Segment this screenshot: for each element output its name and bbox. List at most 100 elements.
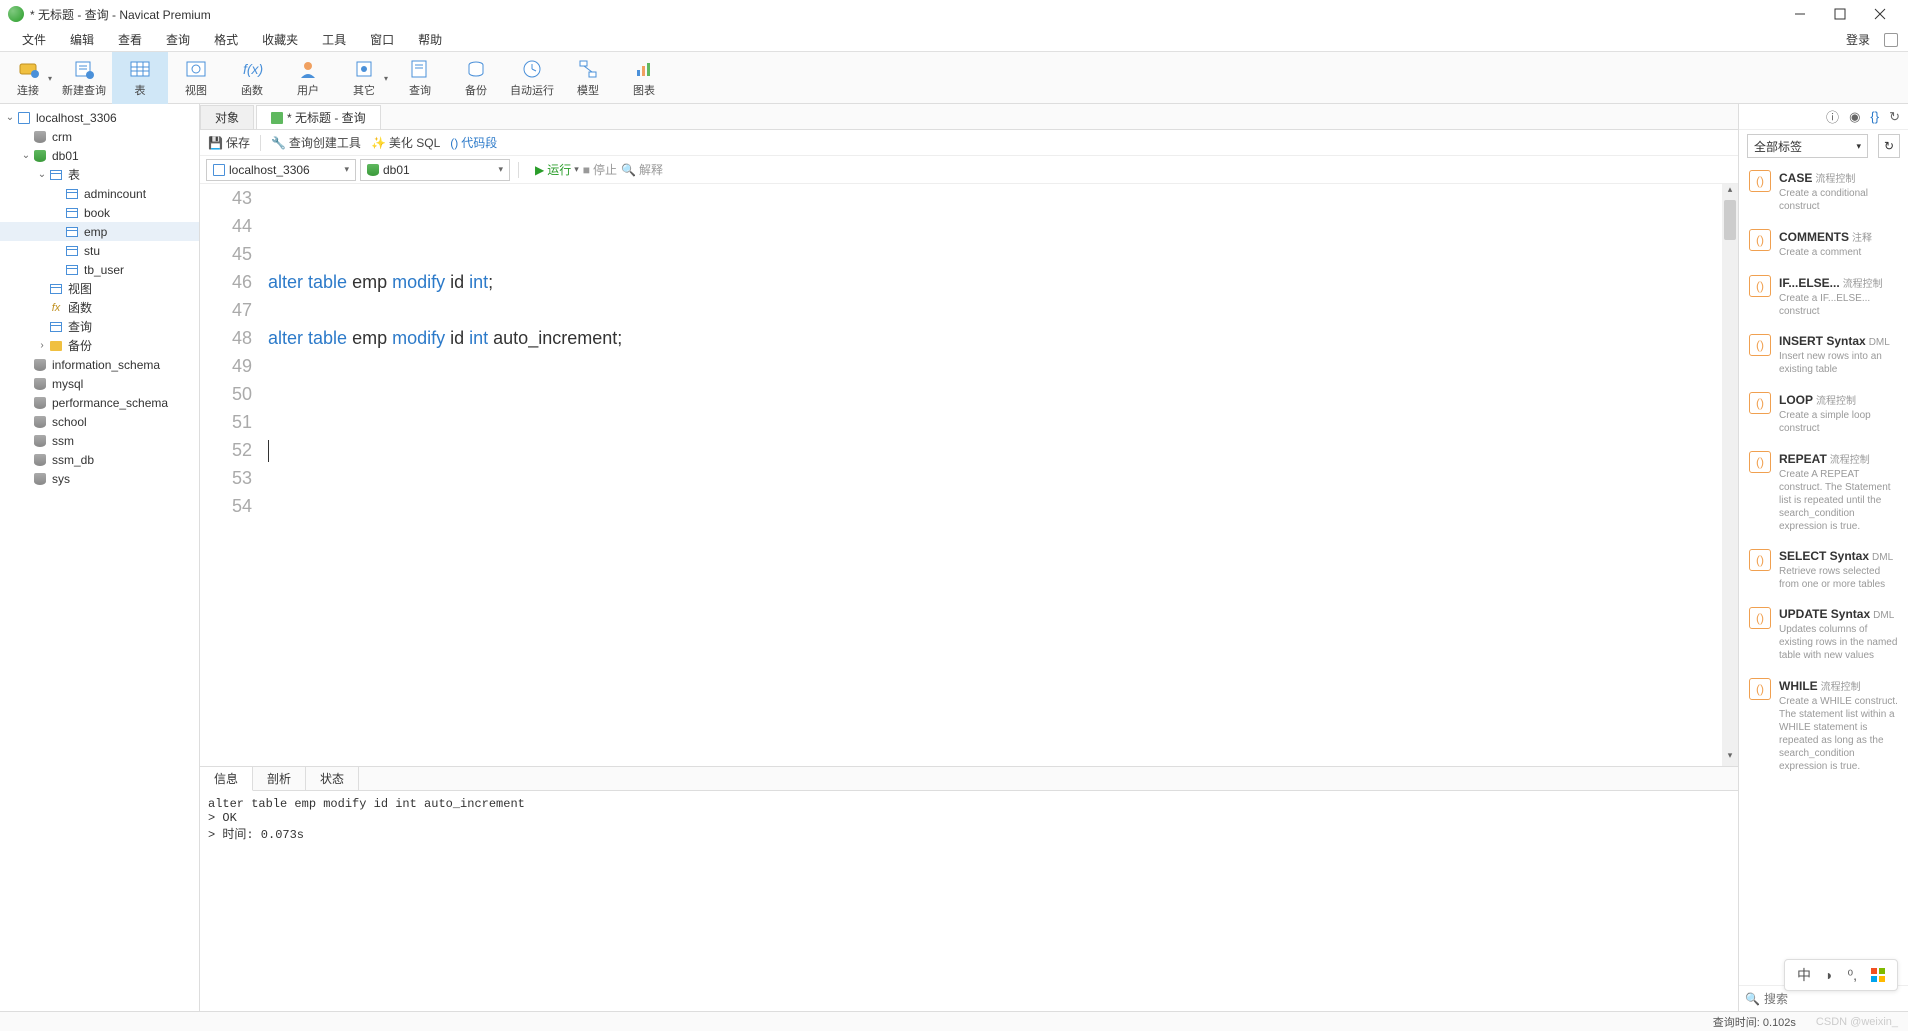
tree-cat-查询[interactable]: 查询 — [0, 317, 199, 336]
menu-编辑[interactable]: 编辑 — [58, 29, 106, 50]
toolbar-view[interactable]: 视图 — [168, 52, 224, 104]
output-tab-剖析[interactable]: 剖析 — [253, 767, 306, 790]
login-icon[interactable] — [1884, 33, 1898, 47]
tree-cat-备份[interactable]: ›备份 — [0, 336, 199, 355]
expand-icon[interactable]: › — [36, 340, 48, 351]
minimize-button[interactable] — [1780, 0, 1820, 28]
toolbar-user[interactable]: 用户 — [280, 52, 336, 104]
panel-icon-2[interactable]: {} — [1870, 109, 1879, 124]
snippet-search-input[interactable] — [1764, 992, 1908, 1006]
panel-icon-3[interactable]: ↻ — [1889, 109, 1900, 125]
tree-table-stu[interactable]: stu — [0, 241, 199, 260]
editor-scrollbar[interactable]: ▴ ▾ — [1722, 184, 1738, 766]
menu-工具[interactable]: 工具 — [310, 29, 358, 50]
toolbar-backup[interactable]: 备份 — [448, 52, 504, 104]
code-line[interactable] — [268, 492, 1722, 520]
menu-窗口[interactable]: 窗口 — [358, 29, 406, 50]
code-line[interactable] — [268, 296, 1722, 324]
toolbar-query[interactable]: 查询 — [392, 52, 448, 104]
code-line[interactable] — [268, 380, 1722, 408]
code-line[interactable] — [268, 212, 1722, 240]
toolbar-connect[interactable]: 连接▾ — [0, 52, 56, 104]
save-button[interactable]: 💾保存 — [208, 134, 250, 151]
tree-db-ssm[interactable]: ssm — [0, 431, 199, 450]
beautify-button[interactable]: ✨美化 SQL — [371, 134, 440, 151]
run-button[interactable]: ▶运行▾ — [535, 161, 579, 178]
code-area[interactable]: alter table emp modify id int; alter tab… — [262, 184, 1722, 766]
ime-item-2[interactable]: ⁰, — [1847, 967, 1857, 984]
connection-select[interactable]: localhost_3306 ▾ — [206, 159, 356, 181]
refresh-button[interactable]: ↻ — [1878, 134, 1900, 158]
tree-db-ssm_db[interactable]: ssm_db — [0, 450, 199, 469]
output-text[interactable]: alter table emp modify id int auto_incre… — [200, 791, 1738, 1011]
output-tab-信息[interactable]: 信息 — [200, 767, 253, 791]
snippet-INSERT Syntax[interactable]: ()INSERT SyntaxDMLInsert new rows into a… — [1739, 326, 1908, 384]
menu-收藏夹[interactable]: 收藏夹 — [250, 29, 310, 50]
ime-item-3[interactable] — [1871, 968, 1885, 982]
ime-toolbar[interactable]: 中 ◗ ⁰, — [1784, 959, 1898, 991]
menu-格式[interactable]: 格式 — [202, 29, 250, 50]
code-line[interactable] — [268, 240, 1722, 268]
tab-对象[interactable]: 对象 — [200, 105, 254, 129]
toolbar-function[interactable]: f(x)函数 — [224, 52, 280, 104]
explain-button[interactable]: 🔍解释 — [621, 161, 663, 178]
tree-db-school[interactable]: school — [0, 412, 199, 431]
close-button[interactable] — [1860, 0, 1900, 28]
menu-查看[interactable]: 查看 — [106, 29, 154, 50]
ime-item-0[interactable]: 中 — [1797, 965, 1811, 985]
tab-* 无标题 - 查询[interactable]: * 无标题 - 查询 — [256, 105, 381, 129]
maximize-button[interactable] — [1820, 0, 1860, 28]
login-link[interactable]: 登录 — [1836, 29, 1880, 50]
menu-文件[interactable]: 文件 — [10, 29, 58, 50]
expand-icon[interactable]: ⌄ — [4, 112, 16, 123]
tree-table-emp[interactable]: emp — [0, 222, 199, 241]
tree-db-information_schema[interactable]: information_schema — [0, 355, 199, 374]
menu-帮助[interactable]: 帮助 — [406, 29, 454, 50]
code-line[interactable]: alter table emp modify id int auto_incre… — [268, 324, 1722, 352]
tree-db-sys[interactable]: sys — [0, 469, 199, 488]
panel-icon-0[interactable]: ⓘ — [1826, 107, 1839, 126]
snippet-IF...ELSE...[interactable]: ()IF...ELSE...流程控制Create a IF...ELSE... … — [1739, 267, 1908, 326]
code-line[interactable] — [268, 184, 1722, 212]
toolbar-new-query[interactable]: 新建查询 — [56, 52, 112, 104]
toolbar-autorun[interactable]: 自动运行 — [504, 52, 560, 104]
expand-icon[interactable]: ⌄ — [20, 150, 32, 161]
snippet-REPEAT[interactable]: ()REPEAT流程控制Create A REPEAT construct. T… — [1739, 443, 1908, 541]
tree-connection[interactable]: ⌄localhost_3306 — [0, 108, 199, 127]
sql-editor[interactable]: 434445464748495051525354 alter table emp… — [200, 184, 1738, 766]
scroll-thumb[interactable] — [1724, 200, 1736, 240]
panel-icon-1[interactable]: ◉ — [1849, 109, 1860, 125]
toolbar-table[interactable]: 表 — [112, 52, 168, 104]
snippet-list[interactable]: ()CASE流程控制Create a conditional construct… — [1739, 162, 1908, 985]
toolbar-other[interactable]: 其它▾ — [336, 52, 392, 104]
snippet-WHILE[interactable]: ()WHILE流程控制Create a WHILE construct. The… — [1739, 670, 1908, 781]
ime-item-1[interactable]: ◗ — [1825, 967, 1833, 983]
scroll-down-icon[interactable]: ▾ — [1722, 750, 1738, 766]
scroll-up-icon[interactable]: ▴ — [1722, 184, 1738, 200]
snippet-COMMENTS[interactable]: ()COMMENTS注释Create a comment — [1739, 221, 1908, 267]
tree-db-mysql[interactable]: mysql — [0, 374, 199, 393]
snippet-LOOP[interactable]: ()LOOP流程控制Create a simple loop construct — [1739, 384, 1908, 443]
snippet-CASE[interactable]: ()CASE流程控制Create a conditional construct — [1739, 162, 1908, 221]
tag-filter-select[interactable]: 全部标签 ▾ — [1747, 134, 1868, 158]
tree-table-tb_user[interactable]: tb_user — [0, 260, 199, 279]
code-line[interactable] — [268, 408, 1722, 436]
connection-tree[interactable]: ⌄localhost_3306crm⌄db01⌄表admincountbooke… — [0, 104, 200, 1011]
snippet-SELECT Syntax[interactable]: ()SELECT SyntaxDMLRetrieve rows selected… — [1739, 541, 1908, 599]
code-line[interactable] — [268, 464, 1722, 492]
expand-icon[interactable]: ⌄ — [36, 169, 48, 180]
code-line[interactable] — [268, 436, 1722, 464]
code-line[interactable] — [268, 352, 1722, 380]
tree-cat-函数[interactable]: fx函数 — [0, 298, 199, 317]
tree-db-performance_schema[interactable]: performance_schema — [0, 393, 199, 412]
toolbar-chart[interactable]: 图表 — [616, 52, 672, 104]
tree-db-db01[interactable]: ⌄db01 — [0, 146, 199, 165]
toolbar-model[interactable]: 模型 — [560, 52, 616, 104]
code-line[interactable]: alter table emp modify id int; — [268, 268, 1722, 296]
query-builder-button[interactable]: 🔧查询创建工具 — [271, 134, 361, 151]
tree-folder-tables[interactable]: ⌄表 — [0, 165, 199, 184]
tree-db-crm[interactable]: crm — [0, 127, 199, 146]
menu-查询[interactable]: 查询 — [154, 29, 202, 50]
snippet-UPDATE Syntax[interactable]: ()UPDATE SyntaxDMLUpdates columns of exi… — [1739, 599, 1908, 670]
tree-table-admincount[interactable]: admincount — [0, 184, 199, 203]
